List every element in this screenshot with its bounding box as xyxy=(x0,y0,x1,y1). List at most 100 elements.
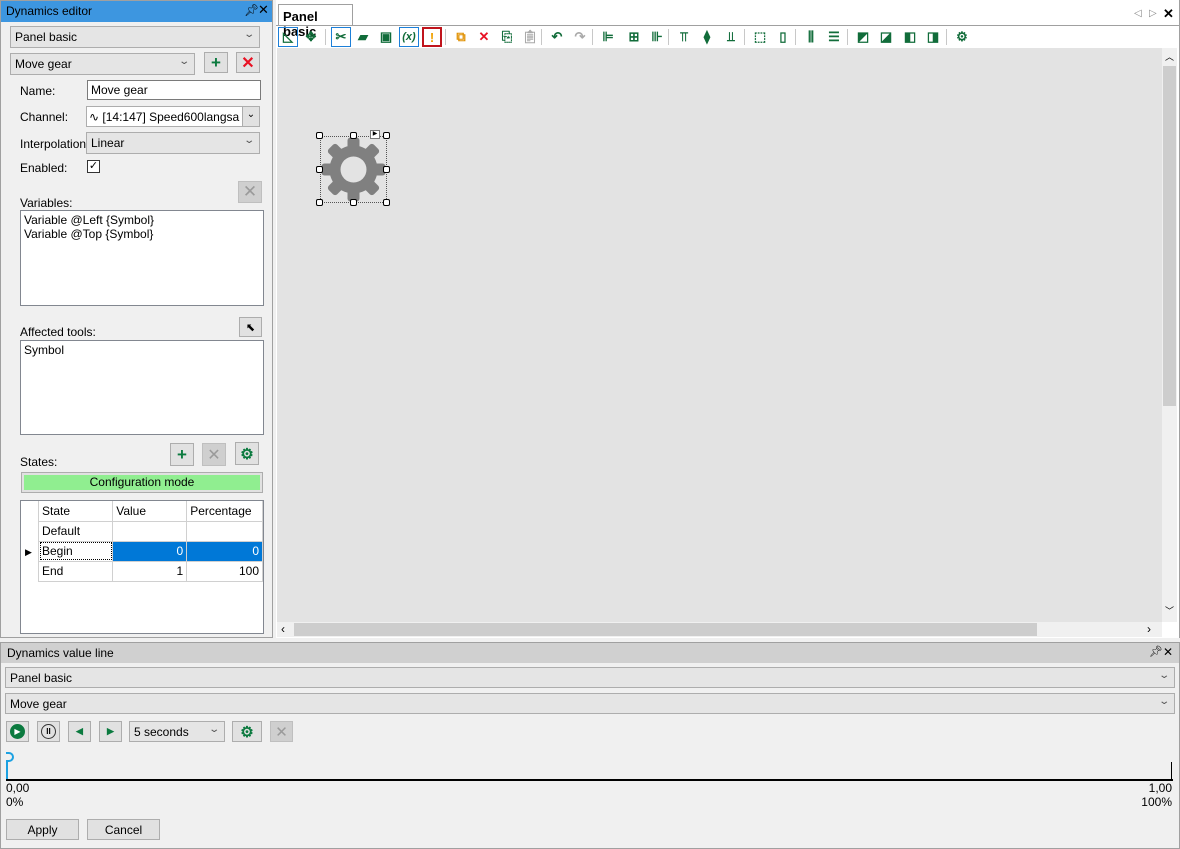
delete-dynamic-button[interactable]: ✕ xyxy=(236,52,260,73)
distribute-h-icon[interactable]: ⫼ xyxy=(801,27,821,47)
affected-tools-list[interactable]: Symbol xyxy=(20,340,264,435)
name-input[interactable] xyxy=(87,80,261,100)
vertical-scrollbar[interactable]: ︿ ﹀ xyxy=(1162,48,1177,622)
add-dynamic-button[interactable]: + xyxy=(204,52,228,73)
send-back-icon[interactable]: ◧ xyxy=(900,27,920,47)
plus-icon: + xyxy=(177,444,187,464)
scroll-tabs-left-icon[interactable]: ◁ xyxy=(1134,8,1142,19)
configuration-mode-button[interactable]: Configuration mode xyxy=(21,472,263,493)
resize-handle[interactable] xyxy=(383,166,390,173)
duration-select[interactable]: 5 seconds ⌄ xyxy=(129,721,225,742)
distribute-v-icon[interactable]: ☰ xyxy=(824,27,844,47)
apply-button[interactable]: Apply xyxy=(6,819,79,840)
copy-icon[interactable]: ⎘ xyxy=(497,27,517,47)
toolbar-separator xyxy=(668,29,669,45)
scroll-left-icon[interactable]: ‹ xyxy=(281,622,285,636)
remove-variable-button[interactable]: ✕ xyxy=(238,181,262,203)
tab-divider xyxy=(276,25,1180,26)
smart-tag-icon[interactable]: ▶ xyxy=(370,130,380,139)
same-height-icon[interactable]: ▯ xyxy=(773,27,793,47)
interpolation-label: Interpolation: xyxy=(20,137,90,151)
align-center-icon[interactable]: ⊞ xyxy=(624,27,644,47)
align-top-icon[interactable]: ⫪ xyxy=(674,27,694,47)
interpolation-select[interactable]: Linear ⌄ xyxy=(86,132,260,154)
pin-icon[interactable]: 📌︎ xyxy=(1149,645,1163,658)
resize-handle[interactable] xyxy=(350,199,357,206)
resize-handle[interactable] xyxy=(383,199,390,206)
scroll-up-icon[interactable]: ︿ xyxy=(1165,50,1174,63)
channel-dropdown-button[interactable]: ⌄ xyxy=(242,107,259,126)
panel-canvas[interactable]: ▶ xyxy=(277,48,1162,622)
dynamic-select[interactable]: Move gear ⌄ xyxy=(10,53,195,75)
same-width-icon[interactable]: ⬚ xyxy=(750,27,770,47)
settings-window-icon[interactable]: ▣ xyxy=(376,27,396,47)
valueline-remove-button[interactable]: ✕ xyxy=(270,721,293,742)
table-row-selected[interactable]: Begin 0 0 xyxy=(37,540,263,562)
table-row[interactable]: Default xyxy=(37,520,263,542)
value-line-position-marker[interactable] xyxy=(6,752,14,780)
resize-handle[interactable] xyxy=(316,166,323,173)
book-icon[interactable]: ▰ xyxy=(353,27,373,47)
align-middle-icon[interactable]: ⧫ xyxy=(697,27,717,47)
settings-icon[interactable]: ⚙ xyxy=(952,27,972,47)
cancel-button[interactable]: Cancel xyxy=(87,819,160,840)
move-icon[interactable]: ✥ xyxy=(301,27,321,47)
scroll-right-icon[interactable]: › xyxy=(1147,622,1151,636)
play-button[interactable]: ▶ xyxy=(6,721,29,742)
resize-handle[interactable] xyxy=(316,199,323,206)
send-backward-icon[interactable]: ◨ xyxy=(923,27,943,47)
valueline-settings-button[interactable]: ⚙ xyxy=(232,721,262,742)
group-icon[interactable]: ⧉ xyxy=(451,27,471,47)
list-item[interactable]: Variable @Top {Symbol} xyxy=(24,227,260,241)
value-line-track[interactable] xyxy=(6,779,1173,781)
toolbar-separator xyxy=(592,29,593,45)
row-indicator-icon: ▶ xyxy=(25,547,32,557)
list-item[interactable]: Symbol xyxy=(24,343,260,357)
variables-list[interactable]: Variable @Left {Symbol} Variable @Top {S… xyxy=(20,210,264,306)
horizontal-scrollbar[interactable]: ‹ › xyxy=(277,622,1162,637)
panel-select[interactable]: Panel basic ⌄ xyxy=(10,26,260,48)
align-bottom-icon[interactable]: ⫫ xyxy=(721,27,741,47)
close-icon[interactable]: ✕ xyxy=(258,2,269,18)
scroll-thumb[interactable] xyxy=(294,623,1037,636)
scroll-thumb[interactable] xyxy=(1163,66,1176,406)
delete-icon[interactable]: ✕ xyxy=(474,27,494,47)
undo-icon[interactable]: ↶ xyxy=(547,27,567,47)
valueline-panel-select[interactable]: Panel basic ⌄ xyxy=(5,667,1175,688)
remove-state-button[interactable]: ✕ xyxy=(202,443,226,466)
bring-front-icon[interactable]: ◩ xyxy=(853,27,873,47)
list-item[interactable]: Variable @Left {Symbol} xyxy=(24,213,260,227)
resize-handle[interactable] xyxy=(316,132,323,139)
play-icon: ▶ xyxy=(10,724,25,739)
redo-icon[interactable]: ↷ xyxy=(570,27,590,47)
align-right-icon[interactable]: ⊪ xyxy=(647,27,667,47)
align-left-icon[interactable]: ⊫ xyxy=(598,27,618,47)
resize-handle[interactable] xyxy=(350,132,357,139)
valueline-dynamic-select[interactable]: Move gear ⌄ xyxy=(5,693,1175,714)
step-forward-button[interactable]: ▶ xyxy=(99,721,122,742)
table-row[interactable]: End 1 100 xyxy=(37,560,263,582)
resize-handle[interactable] xyxy=(383,132,390,139)
bring-forward-icon[interactable]: ◪ xyxy=(876,27,896,47)
gear-symbol[interactable]: ▶ xyxy=(316,130,390,206)
enabled-label: Enabled: xyxy=(20,161,68,175)
draw-mode-icon[interactable]: ◺ xyxy=(278,27,298,47)
step-back-button[interactable]: ◀ xyxy=(68,721,91,742)
add-state-button[interactable]: + xyxy=(170,443,194,466)
close-icon[interactable]: ✕ xyxy=(1163,645,1173,659)
pause-button[interactable]: II xyxy=(37,721,60,742)
pick-tool-button[interactable]: ⬉ xyxy=(239,317,262,337)
close-document-icon[interactable]: ✕ xyxy=(1163,6,1174,22)
chevron-down-icon: ⌄ xyxy=(242,29,255,40)
tools-icon[interactable]: ✂ xyxy=(331,27,351,47)
pin-icon[interactable]: 📌︎ xyxy=(244,3,259,17)
paste-icon[interactable]: 📋︎ xyxy=(520,27,540,47)
scroll-down-icon[interactable]: ﹀ xyxy=(1165,604,1174,617)
tab-panel-basic[interactable]: Panel basic xyxy=(278,4,353,39)
scroll-tabs-right-icon[interactable]: ▷ xyxy=(1149,8,1157,19)
state-settings-button[interactable]: ⚙ xyxy=(235,442,259,465)
value-marker-icon[interactable]: ! xyxy=(422,27,442,47)
channel-select[interactable]: ∿ [14:147] Speed600langsa ⌄ xyxy=(86,106,260,127)
variable-icon[interactable]: (x) xyxy=(399,27,419,47)
enabled-checkbox[interactable]: ✓ xyxy=(87,160,100,173)
